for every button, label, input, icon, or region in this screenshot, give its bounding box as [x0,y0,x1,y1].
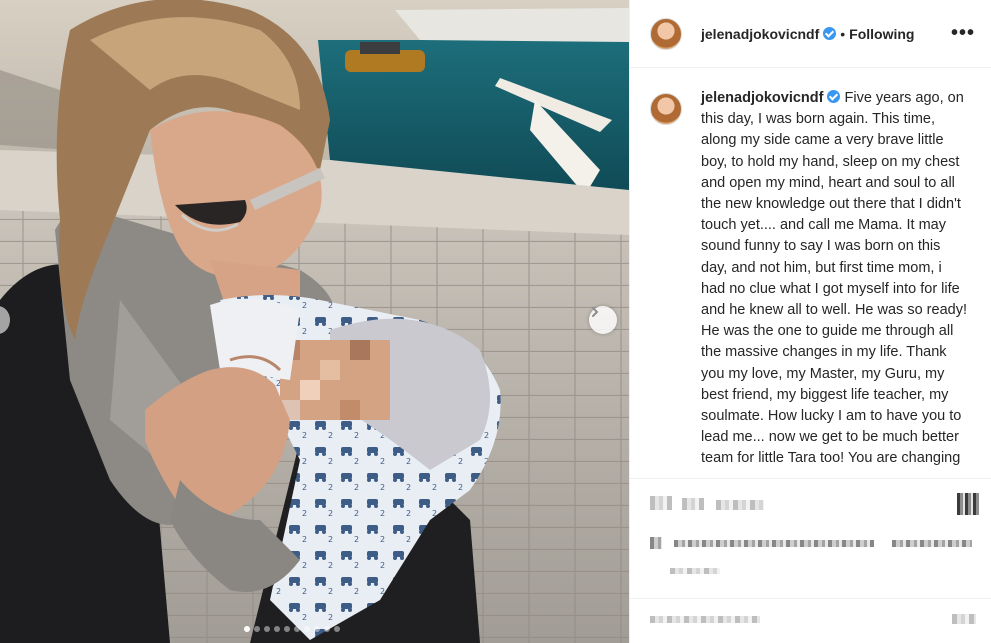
obscured-likes-text-2 [892,540,972,547]
post-header: jelenadjokovicndf • Following ••• [630,0,991,68]
carousel-dot [244,626,250,632]
post-photo[interactable]: 2 [0,0,629,643]
obscured-liker-avatar [650,537,662,549]
obscured-share-icon [716,500,764,510]
comment-divider [630,598,991,599]
obscured-save-icon [957,493,979,515]
caption-text: jelenadjokovicndf Five years ago, on thi… [701,88,969,470]
carousel-dot [284,626,290,632]
obscured-add-comment[interactable] [650,616,760,623]
carousel-dot [324,626,330,632]
caption-verified-badge-icon [827,90,841,103]
obscured-likes-text-3 [670,568,720,574]
photo-image: 2 [0,0,629,643]
post-side-panel: jelenadjokovicndf • Following ••• jelena… [629,0,991,643]
more-options-button[interactable]: ••• [951,22,975,45]
header-separator: • [840,25,846,42]
carousel-dot [314,626,320,632]
carousel-dot [264,626,270,632]
obscured-post-button[interactable] [952,614,976,624]
caption-body: Five years ago, on this day, I was born … [701,90,967,467]
chevron-right-icon [592,307,599,317]
carousel-dot [254,626,260,632]
carousel-dot [334,626,340,632]
caption-avatar[interactable] [650,93,682,125]
following-button[interactable]: Following [849,26,914,42]
obscured-like-icon [650,496,672,510]
avatar[interactable] [650,17,682,50]
next-slide-button[interactable] [589,306,617,334]
carousel-dot [304,626,310,632]
section-divider [630,478,991,479]
header-username[interactable]: jelenadjokovicndf [701,26,819,42]
obscured-comment-icon [682,498,704,510]
carousel-dot [294,626,300,632]
caption-username[interactable]: jelenadjokovicndf [701,90,823,106]
obscured-likes-text [674,540,874,547]
verified-badge-icon [823,27,837,40]
caption-area: jelenadjokovicndf Five years ago, on thi… [650,88,990,470]
carousel-dots [244,626,340,632]
carousel-dot [274,626,280,632]
